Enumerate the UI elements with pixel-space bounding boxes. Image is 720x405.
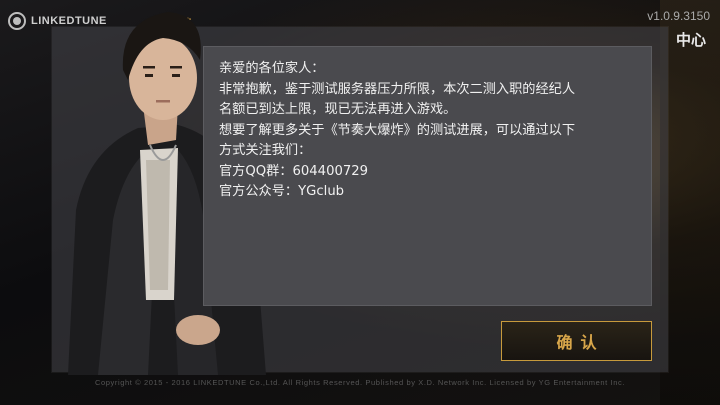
confirm-button-label: 确认 — [556, 333, 605, 352]
logo-icon — [8, 12, 26, 30]
qq-group-info: 官方QQ群：604400729 — [219, 163, 369, 179]
message-greeting: 亲爱的各位家人： — [219, 61, 325, 76]
message-line-4: 方式关注我们： — [219, 143, 312, 158]
center-menu-label[interactable]: 中心 — [676, 29, 706, 50]
official-account-info: 官方公众号：YGclub — [219, 184, 345, 199]
message-line-2: 名额已到达上限，现已无法再进入游戏。 — [219, 102, 457, 117]
confirm-button[interactable]: 确认 — [501, 321, 652, 361]
message-line-1: 非常抱歉，鉴于测试服务器压力所限，本次二测入职的经纪人 — [219, 81, 576, 97]
notice-message-box: 亲爱的各位家人： 非常抱歉，鉴于测试服务器压力所限，本次二测入职的经纪人 名额已… — [203, 46, 652, 306]
version-label: v1.0.9.3150 — [647, 9, 710, 23]
copyright-footer: Copyright © 2015 - 2016 LINKEDTUNE Co.,L… — [94, 378, 626, 387]
message-line-3: 想要了解更多关于《节奏大爆炸》的测试进展，可以通过以下 — [219, 122, 576, 138]
background-side-panel — [660, 0, 720, 405]
